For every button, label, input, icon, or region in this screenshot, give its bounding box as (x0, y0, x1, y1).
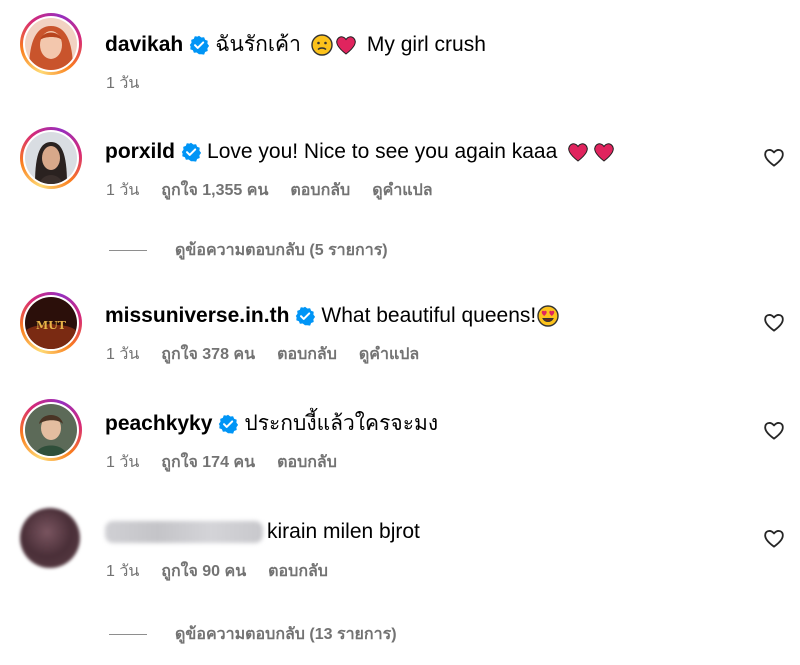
red-heart-icon (568, 143, 589, 162)
like-heart-icon[interactable] (763, 528, 785, 548)
username[interactable]: missuniverse.in.th (105, 302, 289, 330)
verified-badge-icon (296, 306, 316, 326)
reply-button[interactable]: ตอบกลับ (277, 345, 337, 365)
comment-text: Love you! Nice to see you again kaaa (207, 140, 558, 163)
reply-button[interactable]: ตอบกลับ (290, 181, 350, 201)
translate-button[interactable]: ดูคำแปล (372, 181, 432, 201)
like-heart-icon[interactable] (763, 147, 785, 167)
username[interactable]: porxild (105, 138, 175, 166)
divider (109, 634, 147, 635)
comment-text-after: My girl crush (366, 33, 486, 56)
comment-time: 1 วัน (106, 75, 140, 92)
view-replies-label: ดูข้อความตอบกลับ (5 รายการ) (175, 242, 388, 259)
like-count[interactable]: ถูกใจ 378 คน (161, 345, 255, 365)
username-blurred[interactable] (105, 521, 263, 543)
comment-text: kirain milen bjrot (267, 520, 420, 543)
avatar-blurred[interactable] (20, 508, 80, 568)
comment-time: 1 วัน (106, 454, 140, 471)
reply-button[interactable]: ตอบกลับ (268, 562, 328, 582)
comment-time: 1 วัน (106, 182, 140, 199)
username[interactable]: peachkyky (105, 410, 212, 438)
username[interactable]: davikah (105, 31, 183, 59)
avatar[interactable] (20, 13, 82, 75)
avatar[interactable] (20, 127, 82, 189)
avatar-image (25, 404, 77, 456)
divider (109, 250, 147, 251)
avatar-image (25, 132, 77, 184)
like-count[interactable]: ถูกใจ 90 คน (161, 562, 246, 582)
comment-time: 1 วัน (106, 563, 140, 580)
translate-button[interactable]: ดูคำแปล (359, 345, 419, 365)
view-replies-label: ดูข้อความตอบกลับ (13 รายการ) (175, 626, 397, 643)
avatar-image: MUT (25, 297, 77, 349)
avatar-image (25, 18, 77, 70)
avatar-text: MUT (36, 319, 67, 332)
reply-button[interactable]: ตอบกลับ (277, 453, 337, 473)
view-replies-button[interactable]: ดูข้อความตอบกลับ (5 รายการ) (109, 238, 388, 263)
confused-face-icon (311, 34, 333, 56)
like-heart-icon[interactable] (763, 420, 785, 440)
view-replies-button[interactable]: ดูข้อความตอบกลับ (13 รายการ) (109, 622, 397, 647)
comment-text: ฉันรักเค้า (215, 33, 301, 56)
avatar[interactable] (20, 399, 82, 461)
comment-text: What beautiful queens! (321, 304, 537, 327)
like-heart-icon[interactable] (763, 312, 785, 332)
like-count[interactable]: ถูกใจ 1,355 คน (161, 181, 268, 201)
verified-badge-icon (219, 414, 239, 434)
comment-time: 1 วัน (106, 346, 140, 363)
red-heart-icon (336, 36, 356, 55)
verified-badge-icon (190, 35, 210, 55)
comment-text: ประกบงี้แล้วใครจะมง (244, 412, 439, 435)
avatar[interactable]: MUT (20, 292, 82, 354)
heart-eyes-face-icon (537, 305, 559, 327)
red-heart-icon (594, 143, 615, 162)
verified-badge-icon (181, 142, 202, 162)
like-count[interactable]: ถูกใจ 174 คน (161, 453, 255, 473)
